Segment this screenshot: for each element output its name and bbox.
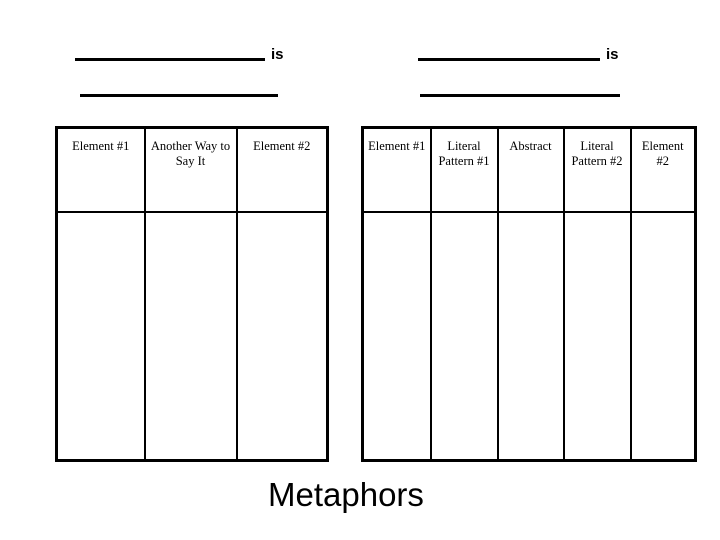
blank-fill-line[interactable]: [420, 94, 620, 97]
table-row-headers: Element #1 Another Way to Say It Element…: [55, 126, 329, 213]
cell-label: Literal Pattern #2: [571, 139, 623, 168]
header-cell-element-1: Element #1: [55, 126, 146, 213]
header-cell-another-way-to-say-it: Another Way to Say It: [143, 126, 238, 213]
cell-label: Abstract: [509, 139, 552, 153]
prompt-left-line-2[interactable]: [80, 94, 278, 97]
answer-cell-element-2[interactable]: [629, 210, 697, 462]
header-cell-abstract: Abstract: [496, 126, 565, 213]
metaphor-table-left: Element #1 Another Way to Say It Element…: [55, 126, 329, 462]
header-cell-element-2: Element #2: [629, 126, 697, 213]
answer-cell-element-1[interactable]: [361, 210, 432, 462]
cell-label: Element #1: [72, 139, 130, 153]
metaphor-table-right: Element #1 Literal Pattern #1 Abstract L…: [361, 126, 697, 462]
answer-cell-element-1[interactable]: [55, 210, 146, 462]
prompt-right-line-2[interactable]: [420, 94, 620, 97]
header-cell-element-2: Element #2: [235, 126, 329, 213]
worksheet-page: is is Element #1 Another Way to Say It E…: [0, 0, 720, 540]
blank-fill-line[interactable]: [75, 58, 265, 61]
answer-cell-abstract[interactable]: [496, 210, 565, 462]
answer-cell-another-way-to-say-it[interactable]: [143, 210, 238, 462]
table-row-answers: [361, 210, 697, 462]
header-cell-element-1: Element #1: [361, 126, 432, 213]
cell-label: Literal Pattern #1: [438, 139, 490, 168]
answer-cell-literal-pattern-2[interactable]: [562, 210, 632, 462]
blank-fill-line[interactable]: [418, 58, 600, 61]
cell-label: Element #1: [368, 139, 426, 153]
header-cell-literal-pattern-2: Literal Pattern #2: [562, 126, 632, 213]
blank-fill-line[interactable]: [80, 94, 278, 97]
prompt-right-line-1[interactable]: is: [418, 46, 619, 63]
answer-cell-element-2[interactable]: [235, 210, 329, 462]
cell-label: Element #2: [253, 139, 311, 153]
cell-label: Element #2: [641, 139, 684, 168]
table-row-answers: [55, 210, 329, 462]
table-row-headers: Element #1 Literal Pattern #1 Abstract L…: [361, 126, 697, 213]
prompt-left-line-1[interactable]: is: [75, 46, 284, 63]
cell-label: Another Way to Say It: [150, 139, 231, 168]
page-title: Metaphors: [268, 476, 424, 513]
prompt-connector-word: is: [271, 46, 284, 63]
answer-cell-literal-pattern-1[interactable]: [429, 210, 499, 462]
prompt-connector-word: is: [606, 46, 619, 63]
header-cell-literal-pattern-1: Literal Pattern #1: [429, 126, 499, 213]
